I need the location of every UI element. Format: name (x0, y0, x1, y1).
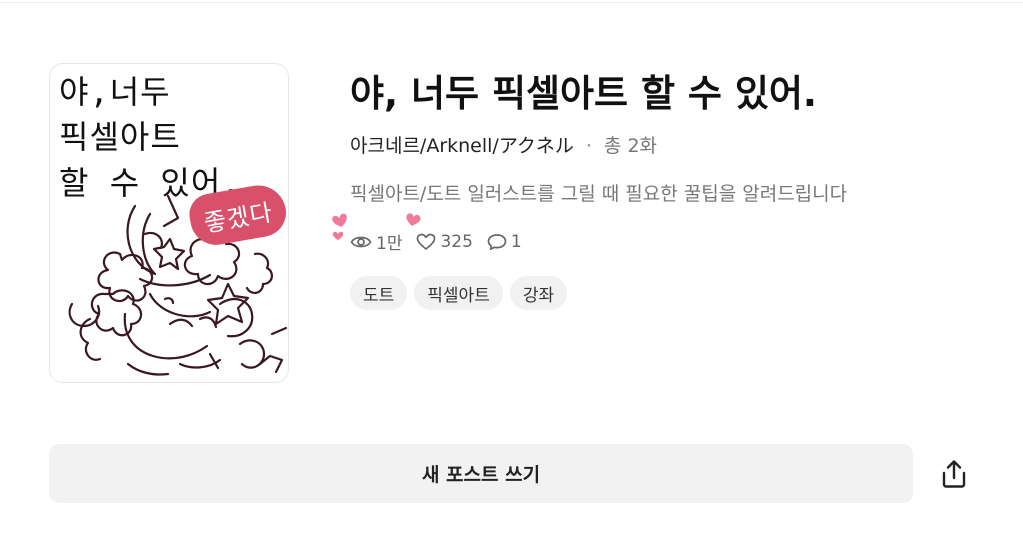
top-divider (0, 2, 1023, 3)
cover-title-line-1: 야,너두 (59, 73, 171, 111)
comments-stat[interactable]: 1 (487, 232, 522, 252)
views-stat: 1만 (350, 229, 402, 254)
new-post-button[interactable]: 새 포스트 쓰기 (49, 444, 913, 503)
tag-chip[interactable]: 강좌 (509, 276, 568, 310)
book-title: 야, 너두 픽셀아트 할 수 있어. (350, 72, 817, 115)
tag-list: 도트 픽셀아트 강좌 (350, 276, 574, 310)
author-row: 아크네르/Arknell/アクネル · 총 2화 (350, 132, 657, 160)
heart-icon (417, 233, 436, 250)
share-button[interactable] (933, 453, 975, 495)
comments-count: 1 (510, 231, 522, 252)
share-icon (942, 460, 966, 488)
likes-stat[interactable]: 325 (416, 231, 473, 252)
cover-badge-text: 좋겠다 (201, 197, 275, 238)
likes-count: 325 (440, 231, 473, 252)
tag-chip[interactable]: 도트 (350, 276, 408, 310)
cover-title-line-2: 픽셀아트 (59, 118, 181, 156)
views-count: 1만 (376, 234, 403, 254)
episode-count: 총 2화 (603, 135, 658, 157)
decorative-heart-icon-small (406, 213, 421, 226)
book-cover[interactable]: 야,너두 픽셀아트 할 수 있어. 좋겠다 (49, 63, 289, 383)
tag-chip[interactable]: 픽셀아트 (414, 276, 503, 310)
comment-icon (487, 233, 507, 250)
book-description: 픽셀아트/도트 일러스트를 그릴 때 필요한 꿀팁을 알려드립니다 (350, 183, 848, 205)
stats-row: 1만 325 1 (350, 229, 536, 254)
author-link[interactable]: 아크네르/Arknell/アクネル (350, 132, 574, 160)
separator-dot: · (585, 135, 592, 157)
eye-icon (350, 236, 372, 247)
